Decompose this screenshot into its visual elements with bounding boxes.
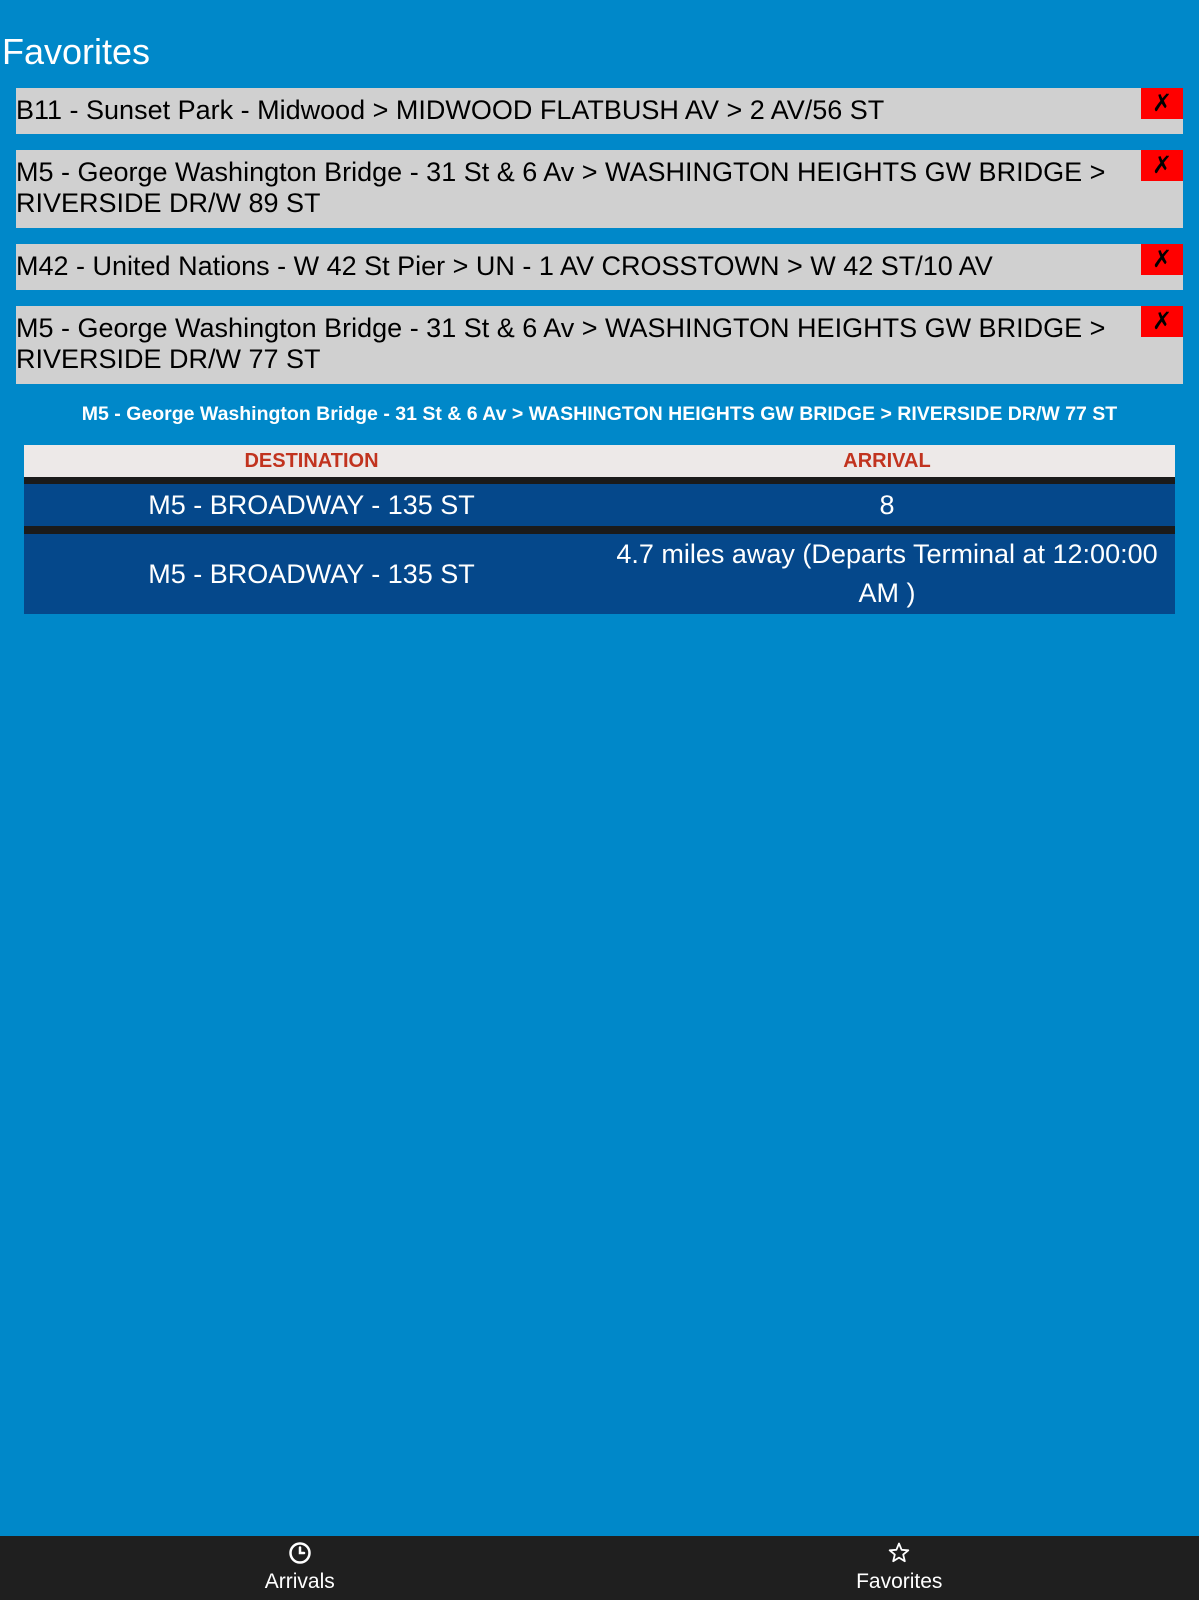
favorite-item[interactable]: M42 - United Nations - W 42 St Pier > UN… (16, 244, 1183, 290)
remove-favorite-button[interactable]: ✗ (1141, 244, 1183, 275)
favorite-item-label: M5 - George Washington Bridge - 31 St & … (16, 313, 1106, 374)
favorite-item[interactable]: B11 - Sunset Park - Midwood > MIDWOOD FL… (16, 88, 1183, 134)
remove-favorite-button[interactable]: ✗ (1141, 306, 1183, 337)
destination-column-header: DESTINATION (244, 450, 379, 472)
clock-icon (289, 1542, 311, 1564)
nav-arrivals[interactable]: Arrivals (0, 1536, 600, 1600)
favorite-item[interactable]: M5 - George Washington Bridge - 31 St & … (16, 306, 1183, 384)
destination-cell: M5 - BROADWAY - 135 ST (148, 490, 475, 520)
favorites-list: B11 - Sunset Park - Midwood > MIDWOOD FL… (16, 88, 1183, 400)
nav-favorites[interactable]: Favorites (600, 1536, 1199, 1600)
table-header: DESTINATION ARRIVAL (24, 445, 1175, 484)
favorite-item-label: B11 - Sunset Park - Midwood > MIDWOOD FL… (16, 95, 885, 125)
favorite-item-label: M5 - George Washington Bridge - 31 St & … (16, 157, 1106, 218)
favorite-item[interactable]: M5 - George Washington Bridge - 31 St & … (16, 150, 1183, 228)
arrival-cell: 4.7 miles away (Departs Terminal at 12:0… (616, 539, 1158, 608)
selected-route-title: M5 - George Washington Bridge - 31 St & … (81, 403, 1118, 425)
favorite-item-label: M42 - United Nations - W 42 St Pier > UN… (16, 251, 993, 281)
favorites-page: Favorites B11 - Sunset Park - Midwood > … (0, 0, 1199, 1600)
arrivals-table: DESTINATION ARRIVAL M5 - BROADWAY - 135 … (24, 445, 1175, 614)
nav-favorites-label: Favorites (856, 1570, 943, 1593)
table-row: M5 - BROADWAY - 135 ST 8 (24, 484, 1175, 534)
arrival-column-header: ARRIVAL (843, 450, 931, 472)
arrival-cell: 8 (879, 490, 895, 520)
star-icon (889, 1542, 910, 1563)
nav-arrivals-label: Arrivals (264, 1570, 335, 1593)
remove-favorite-button[interactable]: ✗ (1141, 88, 1183, 119)
table-row: M5 - BROADWAY - 135 ST 4.7 miles away (D… (24, 534, 1175, 614)
remove-favorite-button[interactable]: ✗ (1141, 150, 1183, 181)
page-title: Favorites (2, 31, 151, 72)
destination-cell: M5 - BROADWAY - 135 ST (148, 558, 475, 589)
bottom-nav: Arrivals Favorites (0, 1536, 1199, 1600)
